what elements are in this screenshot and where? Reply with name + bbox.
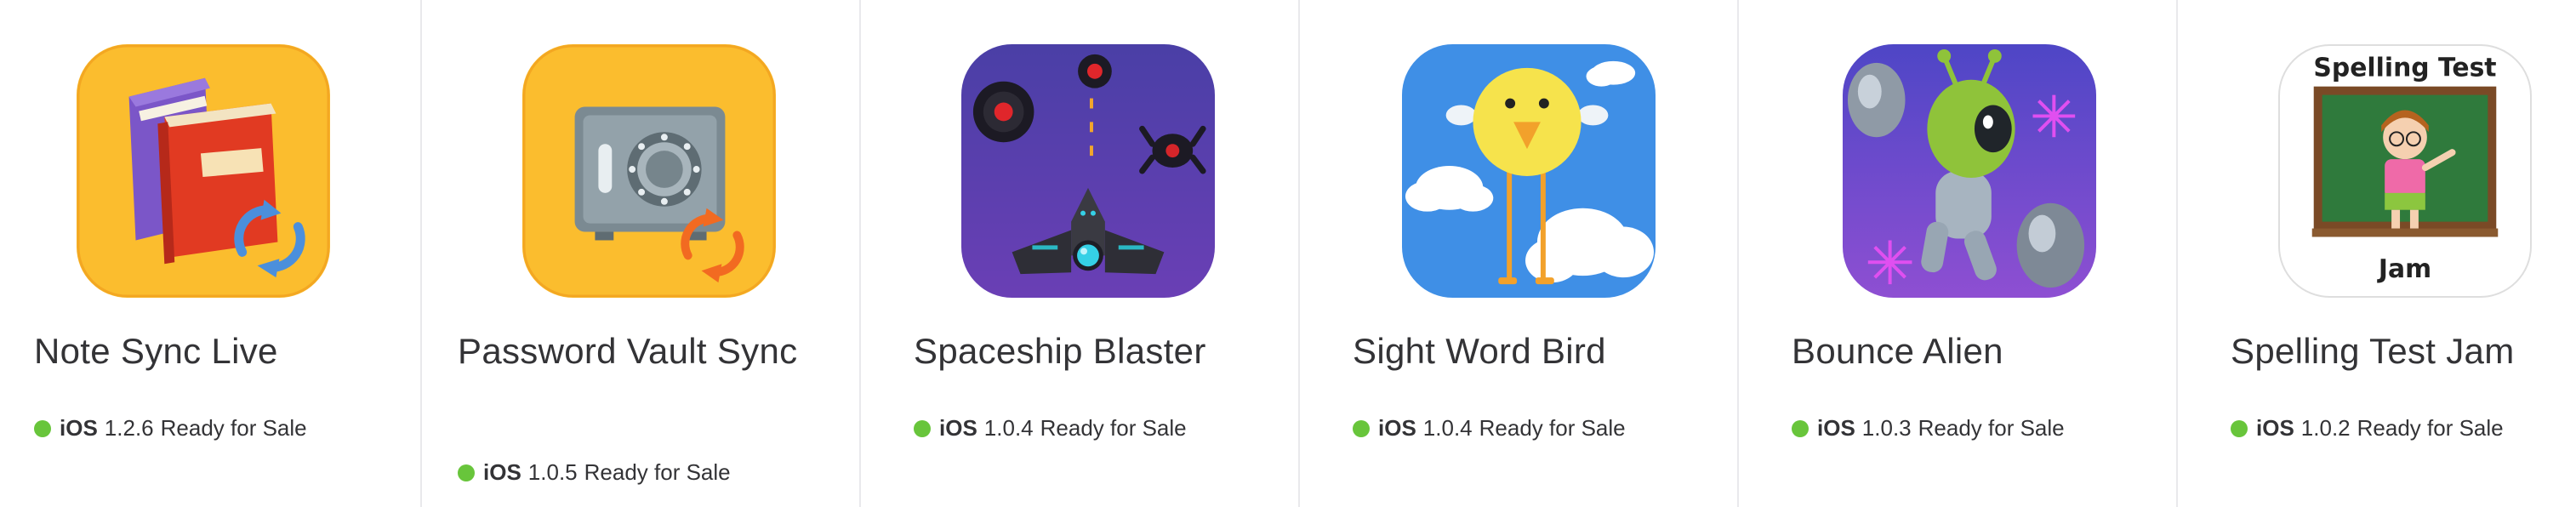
version-label: 1.0.4 xyxy=(983,415,1034,441)
app-title[interactable]: Spelling Test Jam xyxy=(2231,330,2576,373)
status-dot-icon xyxy=(914,419,931,437)
note-sync-live-icon[interactable] xyxy=(77,44,330,298)
platform-label: iOS xyxy=(1378,415,1416,441)
app-status: iOS 1.2.6 Ready for Sale xyxy=(34,415,307,441)
version-label: 1.0.2 xyxy=(2300,415,2351,441)
state-label: Ready for Sale xyxy=(1918,415,2065,441)
state-label: Ready for Sale xyxy=(160,415,307,441)
app-title[interactable]: Password Vault Sync xyxy=(458,330,815,373)
version-label: 1.2.6 xyxy=(104,415,154,441)
app-grid: Note Sync Live iOS 1.2.6 Ready for Sale xyxy=(0,0,2576,507)
app-status: iOS 1.0.4 Ready for Sale xyxy=(1353,415,1626,441)
state-label: Ready for Sale xyxy=(584,459,731,485)
password-vault-sync-icon[interactable] xyxy=(522,44,776,298)
version-label: 1.0.4 xyxy=(1422,415,1473,441)
version-label: 1.0.3 xyxy=(1861,415,1912,441)
app-card-note-sync-live[interactable]: Note Sync Live iOS 1.2.6 Ready for Sale xyxy=(0,0,422,507)
app-status: iOS 1.0.4 Ready for Sale xyxy=(914,415,1187,441)
spelling-test-jam-icon[interactable]: Spelling Test Jam xyxy=(2278,44,2532,298)
status-dot-icon xyxy=(34,419,51,437)
spaceship-blaster-icon[interactable] xyxy=(961,44,1215,298)
icon-caption-bottom: Jam xyxy=(2377,254,2431,284)
app-title[interactable]: Spaceship Blaster xyxy=(914,330,1271,373)
bounce-alien-icon[interactable] xyxy=(1843,44,2096,298)
app-card-spaceship-blaster[interactable]: Spaceship Blaster iOS 1.0.4 Ready for Sa… xyxy=(861,0,1300,507)
app-status: iOS 1.0.2 Ready for Sale xyxy=(2231,415,2504,441)
version-label: 1.0.5 xyxy=(527,459,578,485)
icon-caption-top: Spelling Test xyxy=(2313,54,2496,83)
platform-label: iOS xyxy=(60,415,98,441)
status-dot-icon xyxy=(458,464,475,481)
app-title[interactable]: Sight Word Bird xyxy=(1353,330,1710,373)
app-title[interactable]: Note Sync Live xyxy=(34,330,391,373)
state-label: Ready for Sale xyxy=(2357,415,2504,441)
status-dot-icon xyxy=(1792,419,1809,437)
app-card-password-vault-sync[interactable]: Password Vault Sync iOS 1.0.5 Ready for … xyxy=(422,0,861,507)
state-label: Ready for Sale xyxy=(1040,415,1187,441)
platform-label: iOS xyxy=(1817,415,1855,441)
platform-label: iOS xyxy=(483,459,521,485)
app-status: iOS 1.0.3 Ready for Sale xyxy=(1792,415,2065,441)
app-card-bounce-alien[interactable]: Bounce Alien iOS 1.0.3 Ready for Sale xyxy=(1739,0,2178,507)
app-title[interactable]: Bounce Alien xyxy=(1792,330,2149,373)
app-card-sight-word-bird[interactable]: Sight Word Bird iOS 1.0.4 Ready for Sale xyxy=(1300,0,1739,507)
status-dot-icon xyxy=(2231,419,2248,437)
sight-word-bird-icon[interactable] xyxy=(1402,44,1656,298)
app-card-spelling-test-jam[interactable]: Spelling Test Jam Spelling Test Jam iOS … xyxy=(2178,0,2559,507)
platform-label: iOS xyxy=(939,415,977,441)
platform-label: iOS xyxy=(2256,415,2294,441)
status-dot-icon xyxy=(1353,419,1370,437)
app-status: iOS 1.0.5 Ready for Sale xyxy=(458,459,731,486)
state-label: Ready for Sale xyxy=(1479,415,1626,441)
